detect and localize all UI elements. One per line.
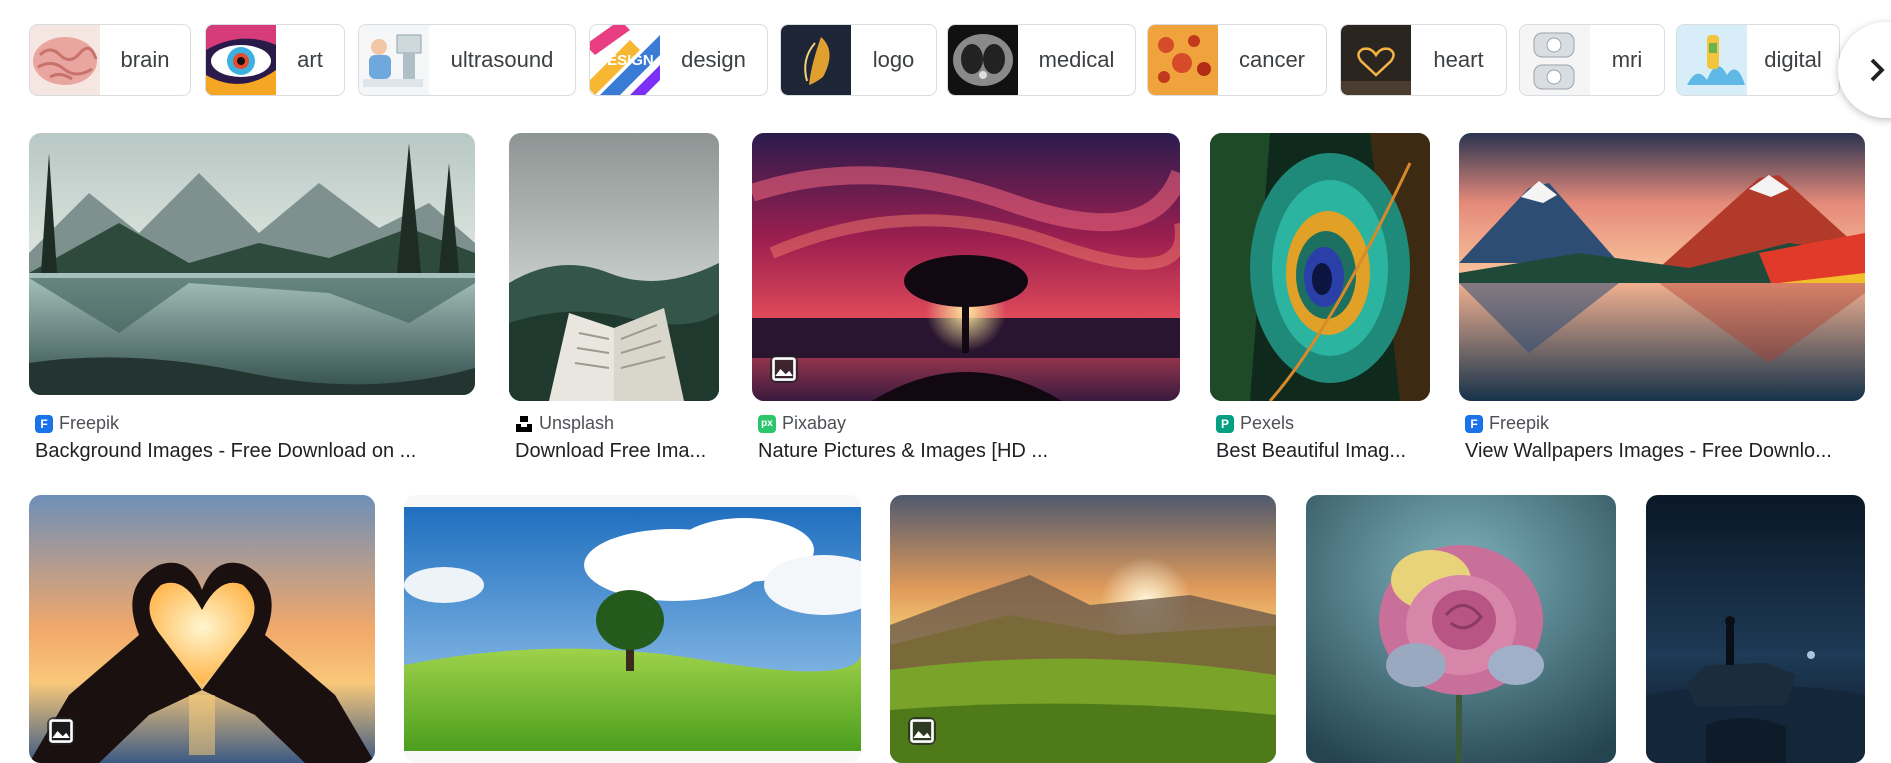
result-title[interactable]: View Wallpapers Images - Free Downlo... bbox=[1465, 440, 1865, 463]
chip-logo[interactable]: logo bbox=[780, 24, 937, 96]
chip-label: brain bbox=[120, 47, 170, 72]
chip-art[interactable]: art bbox=[205, 24, 345, 96]
chip-label: mri bbox=[1611, 47, 1643, 72]
image-result[interactable] bbox=[1646, 495, 1865, 763]
chip-label: ultrasound bbox=[450, 47, 554, 72]
result-thumbnail-green-field[interactable] bbox=[404, 495, 861, 763]
source-name: Freepik bbox=[1489, 413, 1550, 433]
image-icon bbox=[770, 355, 798, 383]
image-result[interactable] bbox=[404, 495, 861, 763]
svg-text:DESIGN: DESIGN bbox=[596, 52, 654, 69]
chip-design[interactable]: DESIGN design bbox=[589, 24, 768, 96]
chip-cancer[interactable]: cancer bbox=[1147, 24, 1327, 96]
result-thumbnail-open-book[interactable] bbox=[509, 133, 719, 401]
source-name: Pexels bbox=[1240, 413, 1295, 433]
lung-scan-thumbnail bbox=[948, 25, 1018, 95]
unsplash-favicon-icon bbox=[515, 414, 533, 433]
chip-label: art bbox=[297, 47, 323, 72]
result-thumbnail-tree-sunset[interactable] bbox=[752, 133, 1180, 401]
image-result[interactable]: P Pexels Best Beautiful Imag... bbox=[1210, 133, 1430, 473]
source-name: Unsplash bbox=[539, 413, 615, 433]
light-heart-thumbnail bbox=[1341, 25, 1411, 95]
image-icon bbox=[908, 717, 936, 745]
image-result[interactable] bbox=[1306, 495, 1616, 763]
result-title[interactable]: Background Images - Free Download on ... bbox=[35, 440, 475, 463]
result-thumbnail-pink-rose[interactable] bbox=[1306, 495, 1616, 763]
ultrasound-thumbnail bbox=[359, 25, 429, 95]
image-result[interactable]: Unsplash Download Free Ima... bbox=[509, 133, 719, 473]
eye-art-thumbnail bbox=[206, 25, 276, 95]
related-searches-bar: brain art ultrasound DESIGN design logo … bbox=[29, 24, 1891, 96]
chip-label: medical bbox=[1038, 47, 1115, 72]
image-result[interactable]: F Freepik View Wallpapers Images - Free … bbox=[1459, 133, 1865, 473]
chip-brain[interactable]: brain bbox=[29, 24, 191, 96]
result-source[interactable]: P Pexels bbox=[1216, 413, 1294, 434]
chip-label: cancer bbox=[1238, 47, 1306, 72]
source-name: Pixabay bbox=[782, 413, 847, 433]
design-thumbnail: DESIGN bbox=[590, 25, 660, 95]
cells-thumbnail bbox=[1148, 25, 1218, 95]
splash-thumbnail bbox=[1677, 25, 1747, 95]
result-source[interactable]: Unsplash bbox=[515, 413, 614, 434]
pexels-favicon-icon: P bbox=[1216, 414, 1234, 433]
result-title[interactable]: Best Beautiful Imag... bbox=[1216, 440, 1430, 463]
result-title[interactable]: Download Free Ima... bbox=[515, 440, 725, 463]
feather-logo-thumbnail bbox=[781, 25, 851, 95]
image-icon bbox=[47, 717, 75, 745]
brain-thumbnail bbox=[30, 25, 100, 95]
mri-machine-thumbnail bbox=[1520, 25, 1590, 95]
image-result[interactable]: F Freepik Background Images - Free Downl… bbox=[29, 133, 475, 473]
chip-mri[interactable]: mri bbox=[1519, 24, 1665, 96]
chevron-right-icon bbox=[1870, 58, 1885, 82]
image-result[interactable]: px Pixabay Nature Pictures & Images [HD … bbox=[752, 133, 1180, 473]
freepik-favicon-icon: F bbox=[1465, 414, 1483, 433]
pixabay-favicon-icon: px bbox=[758, 414, 776, 433]
source-name: Freepik bbox=[59, 413, 120, 433]
result-source[interactable]: F Freepik bbox=[1465, 413, 1549, 434]
result-thumbnail-heart-hands[interactable] bbox=[29, 495, 375, 763]
chip-label: heart bbox=[1433, 47, 1484, 72]
result-title[interactable]: Nature Pictures & Images [HD ... bbox=[758, 440, 1178, 463]
chip-label: logo bbox=[872, 47, 915, 72]
chip-ultrasound[interactable]: ultrasound bbox=[358, 24, 576, 96]
result-source[interactable]: px Pixabay bbox=[758, 413, 846, 434]
chip-digital[interactable]: digital bbox=[1676, 24, 1840, 96]
result-source[interactable]: F Freepik bbox=[35, 413, 119, 434]
chip-label: design bbox=[681, 47, 746, 72]
chip-medical[interactable]: medical bbox=[947, 24, 1136, 96]
image-result[interactable] bbox=[890, 495, 1276, 763]
result-thumbnail-volcano-lake[interactable] bbox=[1459, 133, 1865, 401]
result-thumbnail-peacock-feather[interactable] bbox=[1210, 133, 1430, 401]
chip-heart[interactable]: heart bbox=[1340, 24, 1507, 96]
result-thumbnail-mountain-lake[interactable] bbox=[29, 133, 475, 395]
chip-label: digital bbox=[1764, 47, 1822, 72]
result-thumbnail-sunset-meadow[interactable] bbox=[890, 495, 1276, 763]
result-thumbnail-night-figure[interactable] bbox=[1646, 495, 1865, 763]
image-result[interactable] bbox=[29, 495, 375, 763]
freepik-favicon-icon: F bbox=[35, 414, 53, 433]
